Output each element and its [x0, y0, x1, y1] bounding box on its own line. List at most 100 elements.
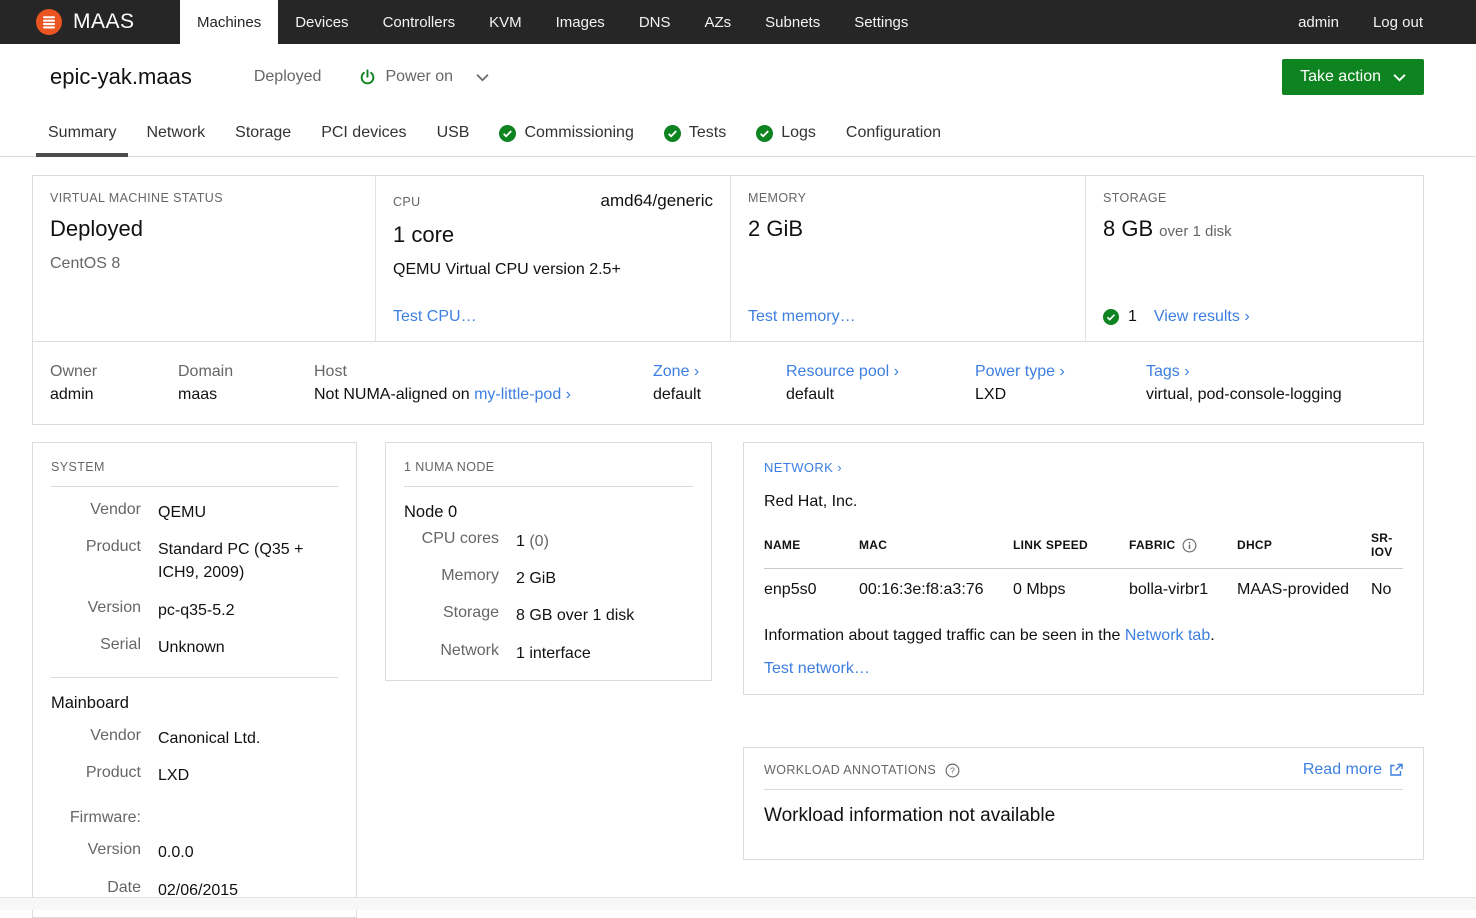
numa-cores-label: CPU cores: [421, 530, 499, 547]
tab-commissioning[interactable]: Commissioning: [484, 110, 648, 156]
power-icon: [359, 68, 376, 86]
meta-resource-pool: Resource pool › default: [786, 363, 975, 404]
tagged-traffic-note: Information about tagged traffic can be …: [764, 627, 1215, 644]
nav-item-logout[interactable]: Log out: [1356, 0, 1440, 44]
mainboard-title: Mainboard: [51, 693, 129, 712]
tab-logs[interactable]: Logs: [741, 110, 831, 156]
interface-name: enp5s0: [764, 581, 817, 598]
meta-tags: Tags › virtual, pod-console-logging: [1146, 363, 1406, 404]
nav-item-azs[interactable]: AZs: [687, 0, 748, 44]
system-version-value: pc-q35-5.2: [158, 601, 235, 619]
nav-item-devices[interactable]: Devices: [278, 0, 365, 44]
meta-zone: Zone › default: [653, 363, 786, 404]
tab-pci-devices[interactable]: PCI devices: [306, 110, 421, 156]
workload-card: WORKLOAD ANNOTATIONS ? Read more Workloa…: [743, 747, 1424, 860]
col-fabric: FABRIC: [1129, 525, 1237, 569]
mainboard-product-value: LXD: [158, 767, 190, 785]
check-circle-icon: [1103, 309, 1119, 325]
storage-panel: STORAGE 8 GB over 1 disk 1 View results ›: [1085, 176, 1423, 341]
system-vendor-label: Vendor: [90, 501, 141, 518]
info-icon[interactable]: [1182, 538, 1197, 553]
nav-item-kvm[interactable]: KVM: [472, 0, 539, 44]
vm-os: CentOS 8: [50, 255, 121, 272]
test-memory-link[interactable]: Test memory…: [748, 308, 1068, 326]
external-link-icon: [1389, 763, 1403, 777]
numa-node-title: Node 0: [404, 503, 458, 521]
interface-link-speed: 0 Mbps: [1013, 581, 1066, 598]
memory-label: MEMORY: [748, 191, 807, 205]
system-vendor-value: QEMU: [158, 504, 206, 521]
zone-value: default: [653, 385, 702, 403]
page-header: epic-yak.maas Deployed Power on Take act…: [0, 44, 1476, 110]
machine-meta-card: Owner admin Domain maas Host Not NUMA-al…: [32, 341, 1424, 425]
cpu-cores: 1 core: [393, 222, 455, 247]
tab-storage[interactable]: Storage: [220, 110, 306, 156]
machine-tabs: Summary Network Storage PCI devices USB …: [0, 110, 1476, 157]
network-interface-row[interactable]: enp5s0 00:16:3e:f8:a3:76 0 Mbps bolla-vi…: [764, 569, 1403, 604]
nav-item-subnets[interactable]: Subnets: [748, 0, 837, 44]
power-type-value: LXD: [975, 385, 1007, 403]
read-more-link[interactable]: Read more: [1303, 761, 1403, 779]
nav-item-dns[interactable]: DNS: [622, 0, 688, 44]
meta-power-type: Power type › LXD: [975, 363, 1146, 404]
mainboard-vendor-label: Vendor: [90, 726, 141, 744]
check-circle-icon: [756, 124, 774, 142]
power-state-label: Power on: [385, 68, 454, 85]
test-network-link[interactable]: Test network…: [764, 660, 870, 678]
zone-link[interactable]: Zone ›: [653, 363, 699, 380]
col-dhcp: DHCP: [1237, 525, 1371, 569]
tab-summary[interactable]: Summary: [33, 110, 131, 157]
storage-sub: over 1 disk: [1159, 223, 1232, 240]
host-value: Not NUMA-aligned on my-little-pod ›: [314, 385, 571, 403]
tags-link[interactable]: Tags ›: [1146, 363, 1190, 380]
nav-item-controllers[interactable]: Controllers: [366, 0, 473, 44]
meta-domain: Domain maas: [178, 363, 314, 404]
view-results-link[interactable]: View results ›: [1154, 308, 1250, 326]
network-title-link[interactable]: NETWORK ›: [764, 460, 842, 475]
host-label: Host: [314, 362, 347, 380]
maas-brand[interactable]: MAAS: [0, 0, 180, 44]
interface-mac: 00:16:3e:f8:a3:76: [859, 581, 984, 598]
power-menu[interactable]: Power on: [359, 68, 489, 86]
mainboard-vendor-value: Canonical Ltd.: [158, 729, 261, 747]
take-action-button[interactable]: Take action: [1282, 59, 1424, 95]
system-product-label: Product: [85, 538, 141, 556]
firmware-version-label: Version: [87, 841, 141, 859]
interface-sriov: No: [1371, 581, 1392, 598]
numa-storage-value: 8 GB over 1 disk: [516, 607, 635, 625]
tab-configuration[interactable]: Configuration: [831, 110, 956, 156]
check-circle-icon: [499, 124, 517, 142]
nav-item-images[interactable]: Images: [539, 0, 622, 44]
power-type-link[interactable]: Power type ›: [975, 363, 1065, 380]
workload-title: WORKLOAD ANNOTATIONS: [764, 763, 937, 777]
main-content: VIRTUAL MACHINE STATUS Deployed CentOS 8…: [32, 175, 1424, 918]
host-pod-link[interactable]: my-little-pod ›: [474, 386, 571, 403]
workload-message: Workload information not available: [764, 805, 1056, 826]
storage-value: 8 GB over 1 disk: [1103, 216, 1232, 241]
resource-pool-link[interactable]: Resource pool ›: [786, 363, 899, 380]
meta-owner: Owner admin: [50, 363, 178, 404]
network-table: NAME MAC LINK SPEED FABRIC DHCP SR-IOV e…: [764, 525, 1403, 603]
interface-fabric: bolla-virbr1: [1129, 581, 1209, 598]
numa-network-value: 1 interface: [516, 644, 591, 662]
tab-tests[interactable]: Tests: [649, 110, 741, 156]
tab-usb[interactable]: USB: [422, 110, 485, 156]
col-name: NAME: [764, 525, 859, 569]
nav-item-machines[interactable]: Machines: [180, 0, 279, 44]
tab-network[interactable]: Network: [131, 110, 220, 156]
mainboard-product-label: Product: [85, 764, 141, 782]
col-mac: MAC: [859, 525, 1013, 569]
col-link-speed: LINK SPEED: [1013, 525, 1129, 569]
nav-item-admin[interactable]: admin: [1281, 0, 1356, 44]
cpu-label: CPU: [393, 195, 421, 209]
help-icon[interactable]: ?: [945, 763, 960, 778]
nav-item-settings[interactable]: Settings: [837, 0, 925, 44]
detail-row: SYSTEM Vendor QEMU Product Standard PC (Q3…: [32, 442, 1424, 918]
svg-text:?: ?: [950, 765, 955, 775]
divider: [404, 486, 693, 487]
firmware-label: Firmware:: [69, 809, 141, 827]
nav-right: admin Log out: [1281, 0, 1476, 44]
test-cpu-link[interactable]: Test CPU…: [393, 308, 713, 326]
nav-items: Machines Devices Controllers KVM Images …: [180, 0, 925, 44]
network-tab-link[interactable]: Network tab: [1125, 627, 1210, 644]
